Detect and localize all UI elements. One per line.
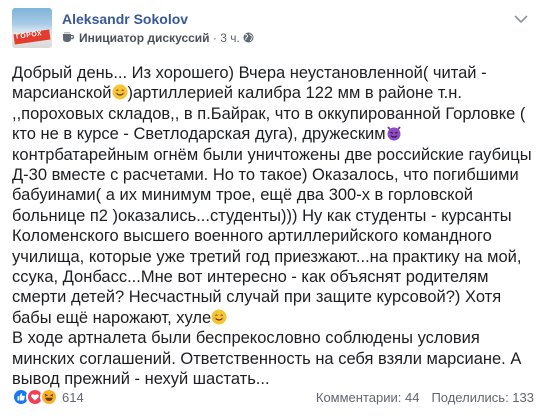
author-name[interactable]: Aleksandr Sokolov	[62, 11, 188, 27]
haha-reaction-icon	[40, 388, 58, 406]
chevron-down-icon[interactable]	[514, 14, 528, 24]
post-text-segment: контрбатарейным огнём были уничтожены дв…	[12, 145, 532, 327]
post-text-segment: В ходе артналета были беспрекословно соб…	[12, 329, 522, 389]
post-header: ГОРОХ Aleksandr Sokolov Инициатор дискус…	[12, 8, 532, 58]
coffee-cup-icon	[63, 32, 74, 42]
post-meta: Инициатор дискуссий · 3 ч.	[62, 31, 254, 45]
globe-icon[interactable]	[243, 32, 254, 43]
shares-count[interactable]: Поделились: 133	[431, 390, 534, 405]
smiling-face-emoji	[112, 84, 127, 100]
reactions-summary[interactable]: 614	[12, 388, 84, 406]
post-footer: 614 Комментарии: 44 Поделились: 133	[12, 387, 534, 409]
badge-label[interactable]: Инициатор дискуссий	[79, 31, 210, 45]
post-text: Добрый день... Из хорошего) Вчера неуста…	[12, 63, 534, 390]
post-time[interactable]: 3 ч.	[220, 31, 240, 45]
comments-count[interactable]: Комментарии: 44	[316, 390, 420, 405]
purple-devil-emoji	[386, 126, 401, 141]
reaction-count[interactable]: 614	[62, 390, 84, 405]
post-paragraph: В ходе артналета были беспрекословно соб…	[12, 328, 534, 389]
meta-separator: ·	[209, 31, 221, 45]
engagement-counts: Комментарии: 44 Поделились: 133	[316, 390, 534, 405]
post-paragraph: Добрый день... Из хорошего) Вчера неуста…	[12, 63, 534, 328]
avatar[interactable]: ГОРОХ	[12, 8, 52, 48]
smiling-face-emoji	[211, 309, 227, 325]
